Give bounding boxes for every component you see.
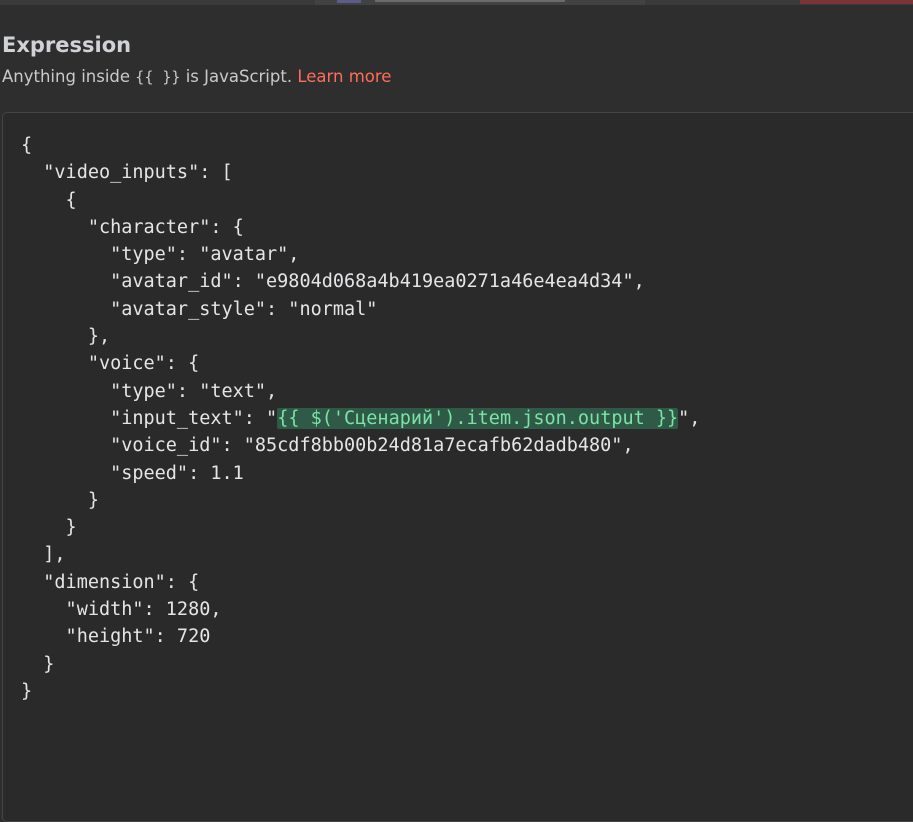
expression-hint: Anything inside {{ }} is JavaScript. Lea… xyxy=(2,66,391,88)
code-text: ], xyxy=(21,544,66,566)
partial-tab-label xyxy=(375,0,565,2)
code-line: "video_inputs": [ xyxy=(21,159,700,186)
code-text: } xyxy=(21,489,99,511)
code-line: { xyxy=(21,132,700,159)
code-line: "height": 720 xyxy=(21,623,700,650)
hint-code-token: {{ }} xyxy=(135,68,181,86)
code-text: "avatar_style": "normal" xyxy=(21,298,378,320)
code-text: }, xyxy=(21,326,111,348)
partial-tab-icon xyxy=(337,0,361,3)
hint-text-before: Anything inside xyxy=(2,67,136,86)
code-line: "type": "text", xyxy=(21,378,700,405)
code-line: "width": 1280, xyxy=(21,596,700,623)
hint-text-after: is JavaScript. xyxy=(180,67,298,86)
code-line: "avatar_id": "e9804d068a4b419ea0271a46e4… xyxy=(21,268,700,295)
code-content[interactable]: { "video_inputs": [ { "character": { "ty… xyxy=(21,132,700,705)
code-text: "speed": 1.1 xyxy=(21,462,244,484)
code-line: "character": { xyxy=(21,214,700,241)
code-line: "avatar_style": "normal" xyxy=(21,296,700,323)
code-text: } xyxy=(21,680,33,702)
code-line: } xyxy=(21,514,700,541)
code-line: "type": "avatar", xyxy=(21,241,700,268)
partial-delete-button[interactable] xyxy=(800,0,913,4)
code-text: "height": 720 xyxy=(21,626,211,648)
code-line: } xyxy=(21,678,700,705)
code-line: } xyxy=(21,487,700,514)
code-line: "speed": 1.1 xyxy=(21,460,700,487)
code-text: "video_inputs": [ xyxy=(21,162,233,184)
code-text: "avatar_id": "e9804d068a4b419ea0271a46e4… xyxy=(21,271,645,293)
code-line: "voice_id": "85cdf8bb00b24d81a7ecafb62da… xyxy=(21,432,700,459)
expression-highlight: {{ $('Сценарий').item.json.output }} xyxy=(277,407,679,429)
code-text: "voice": { xyxy=(21,353,200,375)
code-text: ", xyxy=(678,407,701,429)
code-text: } xyxy=(21,653,55,675)
expression-editor[interactable]: { "video_inputs": [ { "character": { "ty… xyxy=(2,112,913,822)
code-line: "dimension": { xyxy=(21,569,700,596)
code-text: { xyxy=(21,189,77,211)
code-line: "input_text": "{{ $('Сценарий').item.jso… xyxy=(21,405,700,432)
partial-tab[interactable] xyxy=(315,0,645,5)
code-text: { xyxy=(21,135,33,156)
code-text: "character": { xyxy=(21,216,244,238)
top-bar xyxy=(0,0,913,5)
code-line: { xyxy=(21,187,700,214)
code-line: ], xyxy=(21,541,700,568)
code-text: "voice_id": "85cdf8bb00b24d81a7ecafb62da… xyxy=(21,435,634,457)
code-line: }, xyxy=(21,323,700,350)
expression-header: Expression Anything inside {{ }} is Java… xyxy=(2,30,391,88)
code-text: "type": "avatar", xyxy=(21,244,300,266)
learn-more-link[interactable]: Learn more xyxy=(297,67,391,86)
page-title: Expression xyxy=(2,33,132,57)
code-text: "type": "text", xyxy=(21,380,278,402)
code-text: "width": 1280, xyxy=(21,599,222,621)
code-line: } xyxy=(21,651,700,678)
code-text: } xyxy=(21,517,77,539)
code-text: "dimension": { xyxy=(21,571,200,593)
code-text: "input_text": " xyxy=(21,407,278,429)
code-line: "voice": { xyxy=(21,350,700,377)
